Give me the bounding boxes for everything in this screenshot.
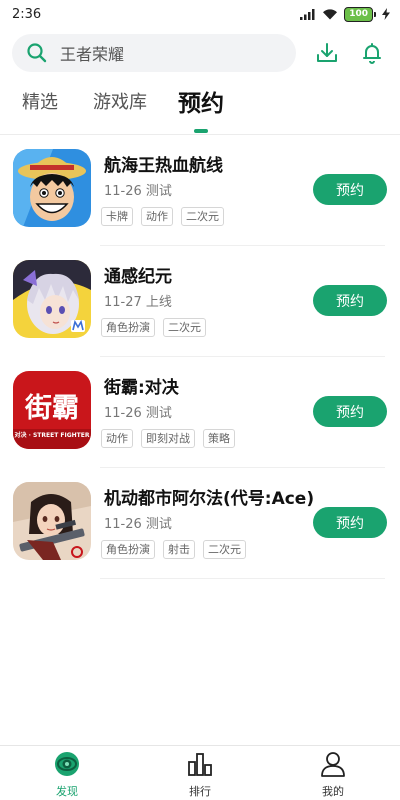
game-item-tonggan-jiyuan[interactable]: 通感纪元 11-27 上线 角色扮演 二次元 预约: [0, 246, 400, 357]
nav-profile[interactable]: 我的: [293, 750, 373, 799]
tag: 动作: [101, 429, 133, 448]
status-bar: 2:36 100: [0, 0, 400, 28]
game-title: 航海王热血航线: [104, 156, 223, 176]
bottom-nav: 发现 排行 我的: [0, 745, 400, 800]
nav-ranking[interactable]: 排行: [160, 750, 240, 799]
nav-label: 发现: [56, 785, 78, 798]
reserve-button[interactable]: 预约: [313, 174, 387, 205]
tag: 角色扮演: [101, 318, 155, 337]
nav-label: 排行: [189, 785, 211, 798]
game-tags: 卡牌 动作 二次元: [101, 207, 224, 226]
tag: 角色扮演: [101, 540, 155, 559]
reserve-button[interactable]: 预约: [313, 396, 387, 427]
notification-button[interactable]: [357, 38, 387, 68]
profile-icon: [319, 750, 347, 778]
game-date: 11-26 测试: [104, 517, 172, 532]
game-title: 街霸:对决: [104, 378, 179, 398]
tab-featured[interactable]: 精选: [22, 88, 58, 114]
game-date: 11-26 测试: [104, 406, 172, 421]
tag: 二次元: [163, 318, 206, 337]
game-item-ace[interactable]: 机动都市阿尔法(代号:Ace) 11-26 测试 角色扮演 射击 二次元 预约: [0, 468, 400, 579]
reserve-button[interactable]: 预约: [313, 285, 387, 316]
game-tags: 角色扮演 二次元: [101, 318, 206, 337]
tab-reservations[interactable]: 预约: [178, 84, 224, 118]
download-button[interactable]: [312, 38, 342, 68]
tag: 动作: [141, 207, 173, 226]
game-date: 11-27 上线: [104, 295, 172, 310]
game-title: 通感纪元: [104, 267, 172, 287]
tag: 二次元: [181, 207, 224, 226]
game-icon-anime-girl: [13, 260, 91, 338]
game-date: 11-26 测试: [104, 184, 172, 199]
game-icon-street-fighter: 街霸 对决 · STREET FIGHTER: [13, 371, 91, 449]
signal-icon: [300, 9, 315, 20]
wifi-icon: [323, 9, 338, 20]
tag: 二次元: [203, 540, 246, 559]
icon-logo-text: 街霸: [24, 393, 79, 424]
icon-logo-subtext: 对决 · STREET FIGHTER: [15, 431, 90, 439]
ranking-icon: [186, 750, 214, 778]
tag: 卡牌: [101, 207, 133, 226]
tag: 射击: [163, 540, 195, 559]
game-tags: 角色扮演 射击 二次元: [101, 540, 246, 559]
search-input[interactable]: 王者荣耀: [12, 34, 296, 72]
tab-indicator: [194, 129, 208, 133]
search-icon: [26, 42, 48, 64]
tab-bar: 精选 游戏库 预约: [0, 88, 400, 133]
game-icon-luffy: [13, 149, 91, 227]
game-tags: 动作 即刻对战 策略: [101, 429, 235, 448]
battery-level: 100: [344, 6, 373, 22]
bell-icon: [363, 43, 381, 64]
status-icons: 100: [300, 6, 390, 22]
nav-discover[interactable]: 发现: [27, 750, 107, 799]
status-time: 2:36: [12, 6, 42, 22]
game-item-street-fighter[interactable]: 街霸 对决 · STREET FIGHTER 街霸:对决 11-26 测试 动作…: [0, 357, 400, 468]
tag: 即刻对战: [141, 429, 195, 448]
tab-game-library[interactable]: 游戏库: [93, 88, 147, 114]
download-icon: [317, 43, 337, 62]
game-item-one-piece[interactable]: 航海王热血航线 11-26 测试 卡牌 动作 二次元 预约: [0, 135, 400, 246]
search-placeholder: 王者荣耀: [60, 45, 125, 64]
tag: 策略: [203, 429, 235, 448]
battery-icon: 100: [344, 6, 376, 22]
game-title: 机动都市阿尔法(代号:Ace): [104, 489, 315, 509]
nav-label: 我的: [322, 785, 344, 798]
charging-icon: [382, 8, 390, 20]
game-list: 航海王热血航线 11-26 测试 卡牌 动作 二次元 预约 通感纪元 11-27…: [0, 135, 400, 579]
reserve-button[interactable]: 预约: [313, 507, 387, 538]
game-icon-ace: [13, 482, 91, 560]
discover-icon: [53, 750, 81, 778]
